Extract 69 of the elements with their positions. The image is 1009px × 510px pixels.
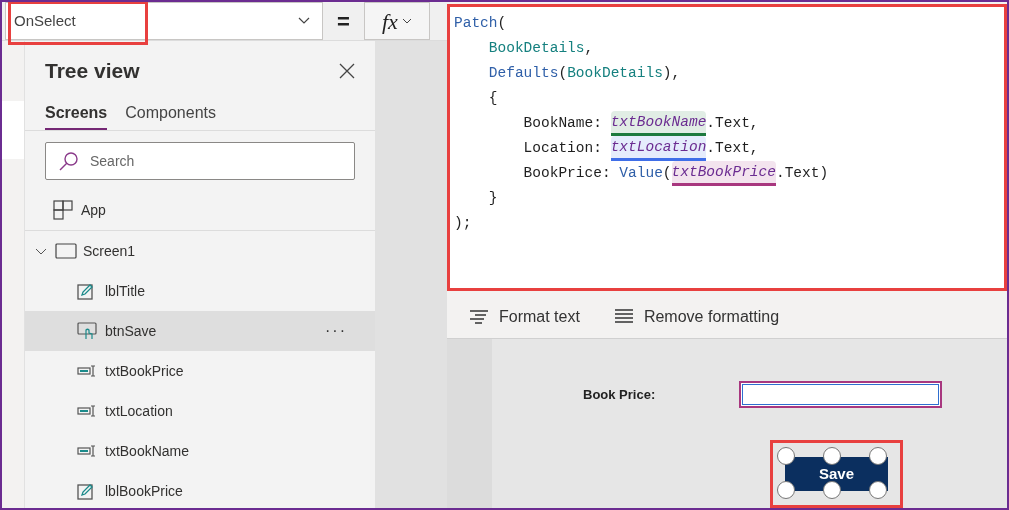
- code-token: }: [487, 189, 498, 208]
- tree-item[interactable]: lblBookPrice: [25, 471, 375, 508]
- grid-icon: [53, 200, 73, 220]
- more-options[interactable]: ···: [325, 319, 347, 343]
- tree-item-label: txtLocation: [105, 401, 173, 421]
- function-button[interactable]: fx: [363, 2, 430, 40]
- tree-item[interactable]: txtBookName: [25, 431, 375, 471]
- code-token: BookPrice:: [522, 164, 612, 183]
- control-reference: txtLocation: [610, 136, 707, 161]
- code-token: Defaults: [487, 64, 559, 83]
- screen-icon: [55, 243, 77, 259]
- close-icon[interactable]: [339, 63, 355, 79]
- property-name: OnSelect: [14, 10, 76, 31]
- book-price-input[interactable]: [739, 381, 943, 408]
- code-token: Location:: [522, 139, 603, 158]
- code-token: BookName:: [522, 114, 603, 133]
- control-reference: txtBookPrice: [671, 161, 776, 186]
- search-field[interactable]: Search: [45, 142, 355, 180]
- format-button[interactable]: Remove formatting: [613, 304, 780, 329]
- lines-icon: [613, 308, 634, 325]
- tab[interactable]: Components: [125, 101, 216, 130]
- tree-item[interactable]: btnSave ···: [25, 311, 375, 351]
- tree-item-label: txtBookName: [105, 441, 190, 461]
- tree-item[interactable]: Screen1: [25, 231, 375, 271]
- code-token: .Text,: [706, 139, 759, 158]
- code-token: Patch: [454, 14, 498, 33]
- code-token: ,: [584, 39, 594, 58]
- pencil-icon: [77, 482, 94, 500]
- tree-item[interactable]: App: [25, 190, 375, 230]
- tree-item-label: lblTitle: [105, 281, 145, 301]
- resize-handle[interactable]: [777, 447, 795, 465]
- tab[interactable]: Screens: [45, 101, 108, 130]
- code-token: .Text,: [706, 114, 759, 133]
- tree-item[interactable]: txtLocation: [25, 391, 375, 431]
- panel-title: Tree view: [45, 58, 140, 85]
- tree-item-label: txtBookPrice: [105, 361, 184, 381]
- text-input-icon: [77, 364, 97, 378]
- resize-handle[interactable]: [823, 447, 841, 465]
- code-token: Value: [619, 164, 663, 183]
- tree-item-label: lblBookPrice: [105, 481, 183, 501]
- code-token: (: [558, 64, 568, 83]
- code-token: (: [497, 14, 507, 33]
- equals-sign: =: [337, 7, 350, 36]
- text-input-icon: [77, 404, 97, 418]
- resize-handle[interactable]: [777, 481, 795, 499]
- text-input-icon: [77, 444, 97, 458]
- chevron-down-icon: [298, 17, 310, 25]
- text-lines-icon: [469, 309, 489, 324]
- code-token: (: [662, 164, 672, 183]
- control-reference: txtBookName: [610, 111, 707, 136]
- search-icon: [59, 151, 79, 171]
- code-token: BookDetails: [567, 64, 663, 83]
- tree-item[interactable]: txtBookPrice: [25, 351, 375, 391]
- formula-editor[interactable]: Patch( BookDetails, Defaults(BookDetails), { BookName: txtBookName.Text, Location: txtLocation.Text, BookPrice: Value(txtBookPrice.Text) } );: [447, 4, 1007, 291]
- resize-handle[interactable]: [869, 447, 887, 465]
- tree-item[interactable]: lblTitle: [25, 271, 375, 311]
- code-token: BookDetails: [487, 39, 585, 58]
- code-token: );: [454, 214, 472, 233]
- code-token: ),: [662, 64, 681, 83]
- pencil-icon: [77, 282, 94, 300]
- code-token: .Text): [775, 164, 829, 183]
- tree-item-label: btnSave: [105, 321, 157, 341]
- format-button[interactable]: Format text: [469, 304, 580, 329]
- code-token: {: [487, 89, 498, 108]
- tree-item-label: Screen1: [83, 241, 136, 261]
- tree-item-label: App: [81, 200, 106, 220]
- button-icon: [77, 322, 97, 340]
- field-label: Book Price:: [583, 385, 656, 404]
- chevron-down-icon: [401, 18, 412, 24]
